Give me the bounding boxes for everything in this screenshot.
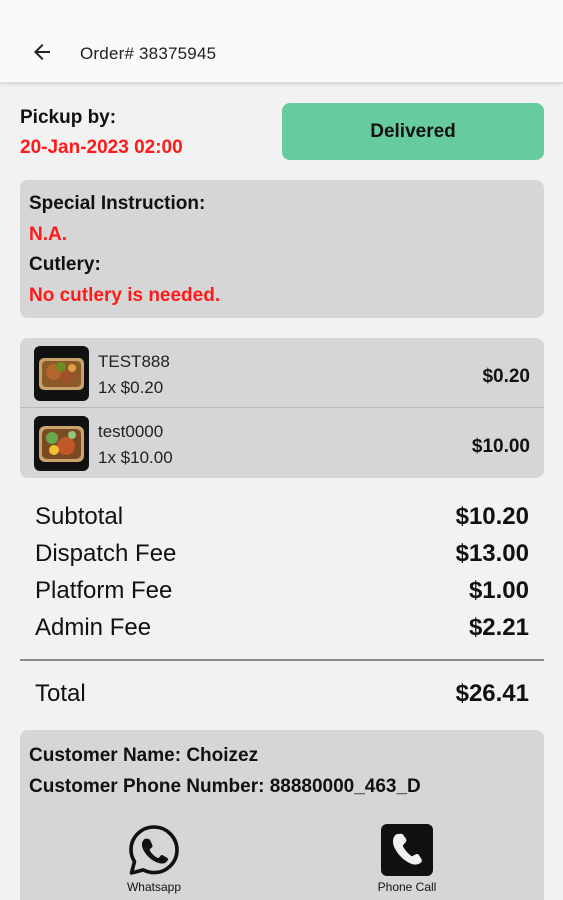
- cutlery-value: No cutlery is needed.: [29, 285, 221, 306]
- total-row: Total $26.41: [35, 680, 529, 712]
- subtotal-row: Subtotal $10.20: [35, 503, 529, 535]
- status-button[interactable]: Delivered: [282, 103, 544, 160]
- page-title: Order# 38375945: [80, 44, 217, 63]
- list-item[interactable]: TEST888 1x $0.20 $0.20: [20, 338, 544, 408]
- item-quantity: 1x $0.20: [98, 378, 164, 397]
- phone-icon: [381, 824, 433, 876]
- dispatch-fee-value: $13.00: [455, 540, 529, 567]
- whatsapp-button[interactable]: Whatsapp: [99, 822, 209, 894]
- dispatch-fee-label: Dispatch Fee: [35, 540, 177, 567]
- instructions-card: Special Instruction: N.A. Cutlery: No cu…: [20, 180, 544, 318]
- whatsapp-label: Whatsapp: [126, 880, 182, 894]
- subtotal-value: $10.20: [455, 503, 529, 530]
- app-bar: Order# 38375945: [0, 0, 563, 84]
- arrow-left-icon[interactable]: [30, 40, 54, 64]
- admin-fee-value: $2.21: [468, 614, 529, 641]
- phone-call-label: Phone Call: [377, 880, 437, 894]
- special-instruction-label: Special Instruction:: [29, 193, 206, 214]
- order-items-card: TEST888 1x $0.20 $0.20 test0000 1x $10.0…: [20, 338, 544, 478]
- customer-name: Customer Name: Choizez: [29, 745, 259, 766]
- item-quantity: 1x $10.00: [98, 448, 173, 467]
- pickup-label: Pickup by:: [20, 107, 117, 128]
- summary-divider: [20, 659, 544, 661]
- list-item[interactable]: test0000 1x $10.00 $10.00: [20, 408, 544, 478]
- pickup-time: 20-Jan-2023 02:00: [20, 137, 183, 158]
- total-value: $26.41: [455, 680, 529, 707]
- customer-phone: Customer Phone Number: 88880000_463_D: [29, 776, 421, 797]
- phone-call-button[interactable]: Phone Call: [352, 822, 462, 894]
- item-name: TEST888: [98, 352, 170, 371]
- total-label: Total: [35, 680, 86, 707]
- dispatch-fee-row: Dispatch Fee $13.00: [35, 540, 529, 572]
- admin-fee-label: Admin Fee: [35, 614, 152, 641]
- platform-fee-row: Platform Fee $1.00: [35, 577, 529, 609]
- food-thumbnail: [34, 416, 89, 471]
- food-thumbnail: [34, 346, 89, 401]
- item-price: $10.00: [471, 436, 530, 457]
- platform-fee-value: $1.00: [468, 577, 529, 604]
- customer-card: Customer Name: Choizez Customer Phone Nu…: [20, 730, 544, 900]
- item-price: $0.20: [482, 366, 530, 387]
- cutlery-label: Cutlery:: [29, 254, 101, 275]
- item-name: test0000: [98, 422, 164, 441]
- subtotal-label: Subtotal: [35, 503, 124, 530]
- special-instruction-value: N.A.: [29, 224, 67, 245]
- whatsapp-icon: [129, 825, 179, 875]
- admin-fee-row: Admin Fee $2.21: [35, 614, 529, 646]
- platform-fee-label: Platform Fee: [35, 577, 173, 604]
